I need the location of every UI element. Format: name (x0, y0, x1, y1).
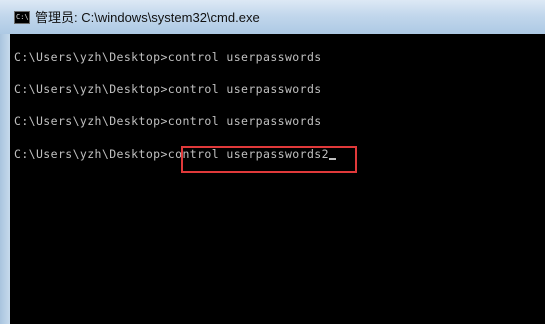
console-output[interactable]: C:\Users\yzh\Desktop>control userpasswor… (10, 34, 545, 324)
window-title: 管理员: C:\windows\system32\cmd.exe (35, 10, 260, 25)
console-line-2: C:\Users\yzh\Desktop>control userpasswor… (14, 82, 322, 96)
title-bar[interactable]: C:\ 管理员: C:\windows\system32\cmd.exe (0, 0, 545, 34)
console-line-1: C:\Users\yzh\Desktop>control userpasswor… (14, 50, 322, 64)
highlight-annotation-box (181, 146, 357, 173)
window-frame-left (0, 34, 10, 324)
console-line-3: C:\Users\yzh\Desktop>control userpasswor… (14, 114, 322, 128)
cmd-icon[interactable]: C:\ (14, 11, 30, 24)
cmd-window[interactable]: C:\ 管理员: C:\windows\system32\cmd.exe C:\… (0, 0, 545, 324)
